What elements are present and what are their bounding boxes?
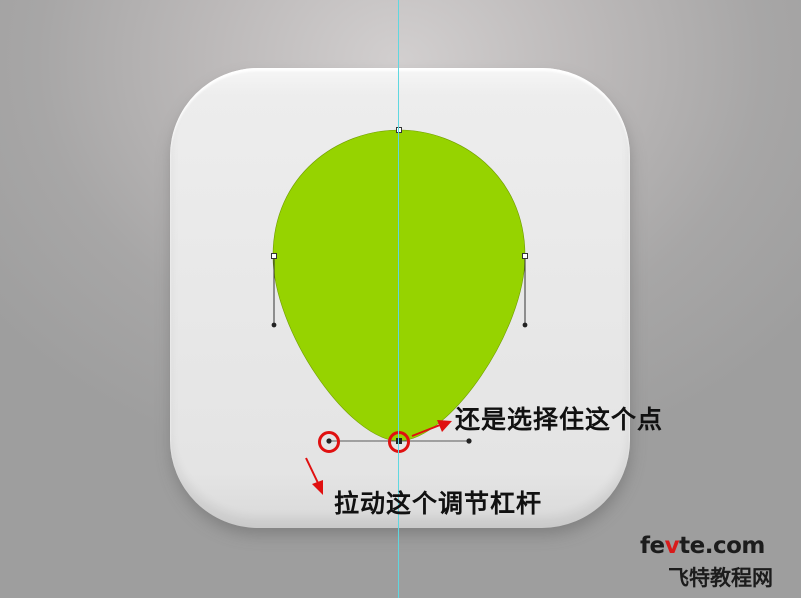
watermark-domain-accent: v (664, 533, 680, 559)
arrow-down-head (312, 480, 323, 495)
left-handle-point[interactable] (271, 322, 277, 328)
watermark-domain-prefix: fe (640, 533, 665, 559)
select-point-annotation: 还是选择住这个点 (455, 405, 664, 434)
right-handle-point[interactable] (522, 322, 528, 328)
green-egg-shape (272, 129, 526, 442)
right-anchor-point[interactable] (522, 253, 528, 259)
arrow-down-line (305, 457, 319, 484)
left-anchor-point[interactable] (271, 253, 277, 259)
bottom-left-handle-point[interactable] (326, 438, 332, 444)
watermark-site-name: 飞特教程网 (668, 566, 773, 590)
watermark-domain-suffix: te.com (679, 533, 765, 559)
watermark-domain: fevte.com (640, 533, 765, 559)
drag-handle-annotation: 拉动这个调节杠杆 (334, 489, 543, 518)
bottom-right-handle-point[interactable] (466, 438, 472, 444)
